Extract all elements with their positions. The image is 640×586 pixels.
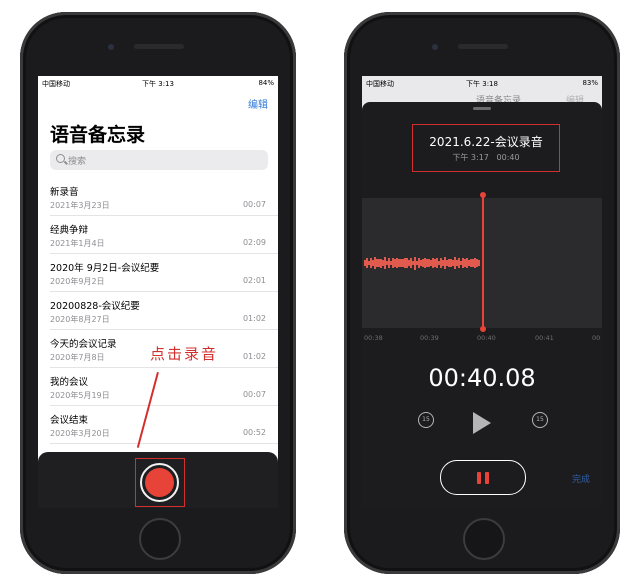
list-item[interactable]: 2020年 9月2日-会议纪要 2020年9月2日 02:01 <box>50 254 278 292</box>
pause-button[interactable] <box>440 460 526 495</box>
recording-sheet: 2021.6.22-会议录音 下午 3:17 00:40 00:38 00:39… <box>362 102 602 508</box>
status-bar: 中国移动 下午 3:18 83% <box>362 76 602 92</box>
waveform-bar <box>478 259 480 267</box>
status-time: 下午 3:18 <box>466 80 498 88</box>
page-title: 语音备忘录 <box>50 124 146 146</box>
timeline-tick: 00:40 <box>477 334 496 342</box>
recording-date: 2021年3月23日 <box>50 201 110 210</box>
search-placeholder: 搜索 <box>68 157 87 167</box>
recording-date: 2020年9月2日 <box>50 277 105 286</box>
recording-screen: 中国移动 下午 3:18 83% 语音备忘录 编辑 2021.6.22-会议录音… <box>362 76 602 508</box>
timeline-tick: 00:38 <box>364 334 383 342</box>
waveform-bars <box>364 256 480 270</box>
skip-forward-15-icon[interactable]: 15 <box>532 412 548 428</box>
status-time: 下午 3:13 <box>142 80 174 88</box>
battery-percent: 83% <box>582 79 598 87</box>
sheet-grabber[interactable] <box>473 107 491 110</box>
front-camera <box>432 44 438 50</box>
memo-time: 下午 3:17 <box>452 153 489 162</box>
recording-duration: 00:07 <box>242 200 266 209</box>
timeline-tick: 00:39 <box>420 334 439 342</box>
front-camera <box>108 44 114 50</box>
memo-title[interactable]: 2021.6.22-会议录音 <box>413 133 559 150</box>
search-icon <box>56 154 65 163</box>
skip-back-15-icon[interactable]: 15 <box>418 412 434 428</box>
recording-date: 2021年1月4日 <box>50 239 105 248</box>
list-item[interactable]: 会议结束 2020年3月20日 00:52 <box>50 406 278 444</box>
skip-back-label: 15 <box>422 416 430 423</box>
recording-name: 20200828-会议纪要 <box>50 301 140 312</box>
recording-timer: 00:40.08 <box>428 364 536 392</box>
list-item[interactable]: 我的会议 2020年5月19日 00:07 <box>50 368 278 406</box>
record-panel <box>38 452 278 508</box>
list-item[interactable]: 20200828-会议纪要 2020年8月27日 01:02 <box>50 292 278 330</box>
recording-duration: 00:52 <box>242 428 266 437</box>
memo-meta: 下午 3:17 00:40 <box>413 152 559 163</box>
playhead[interactable] <box>480 192 486 332</box>
recording-duration: 01:02 <box>242 352 266 361</box>
recording-name: 新录音 <box>50 187 79 198</box>
recording-date: 2020年3月20日 <box>50 429 110 438</box>
memo-elapsed: 00:40 <box>496 153 520 162</box>
skip-forward-label: 15 <box>536 416 544 423</box>
list-item[interactable]: 新录音 2021年3月23日 00:07 <box>50 178 278 216</box>
done-button[interactable]: 完成 <box>572 472 590 485</box>
home-button[interactable] <box>463 518 505 560</box>
recording-name: 经典争辩 <box>50 225 89 236</box>
status-bar: 中国移动 下午 3:13 84% <box>38 76 278 92</box>
play-icon[interactable] <box>473 412 491 434</box>
recording-duration: 00:07 <box>242 390 266 399</box>
recording-duration: 01:02 <box>242 314 266 323</box>
list-item[interactable]: 经典争辩 2021年1月4日 02:09 <box>50 216 278 254</box>
recording-date: 2020年7月8日 <box>50 353 105 362</box>
timeline-tick: 00 <box>592 334 601 342</box>
earpiece-speaker <box>458 44 508 49</box>
recording-date: 2020年5月19日 <box>50 391 110 400</box>
recording-name: 2020年 9月2日-会议纪要 <box>50 263 160 274</box>
recording-date: 2020年8月27日 <box>50 315 110 324</box>
recording-name: 我的会议 <box>50 377 89 388</box>
pause-icon <box>477 472 481 484</box>
home-button[interactable] <box>139 518 181 560</box>
timeline-tick: 00:41 <box>535 334 554 342</box>
annotation-label: 点击录音 <box>150 345 219 363</box>
earpiece-speaker <box>134 44 184 49</box>
pause-icon <box>485 472 489 484</box>
left-phone: 中国移动 下午 3:13 84% 编辑 语音备忘录 搜索 新录音 2021年3月… <box>20 12 296 574</box>
timeline: 00:38 00:39 00:40 00:41 00 <box>362 328 602 350</box>
recording-duration: 02:01 <box>242 276 266 285</box>
battery-percent: 84% <box>258 79 274 87</box>
search-input[interactable]: 搜索 <box>50 150 268 170</box>
recording-name: 今天的会议记录 <box>50 339 117 350</box>
recording-duration: 02:09 <box>242 238 266 247</box>
right-phone: 中国移动 下午 3:18 83% 语音备忘录 编辑 2021.6.22-会议录音… <box>344 12 620 574</box>
recording-name: 会议结束 <box>50 415 89 426</box>
voice-memos-list-screen: 中国移动 下午 3:13 84% 编辑 语音备忘录 搜索 新录音 2021年3月… <box>38 76 278 508</box>
edit-button[interactable]: 编辑 <box>248 96 268 111</box>
highlight-box <box>135 458 185 507</box>
recordings-list: 新录音 2021年3月23日 00:07 经典争辩 2021年1月4日 02:0… <box>38 178 278 444</box>
memo-info-highlight: 2021.6.22-会议录音 下午 3:17 00:40 <box>412 124 560 172</box>
